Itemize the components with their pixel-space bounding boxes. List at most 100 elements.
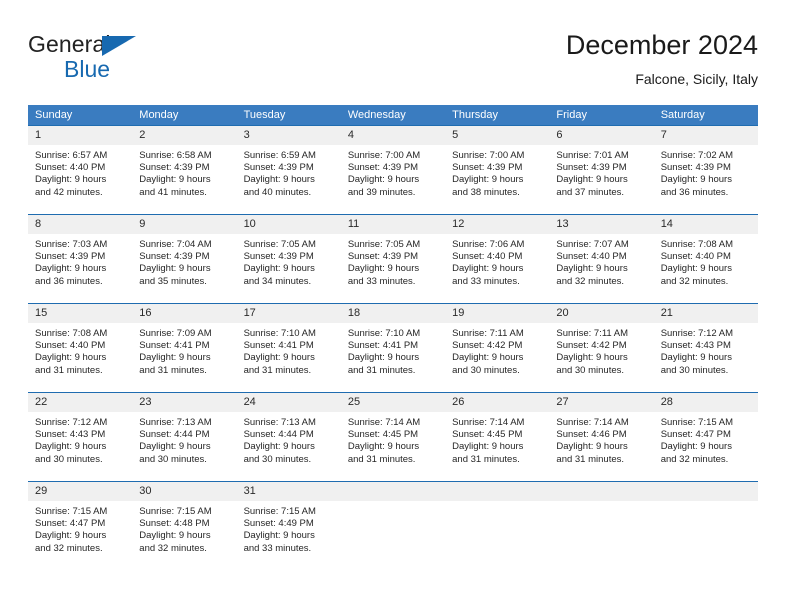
daylight-text-line1: Daylight: 9 hours	[452, 441, 524, 453]
day-details: Sunrise: 6:58 AM Sunset: 4:39 PM Daylight:…	[132, 145, 236, 199]
day-cell[interactable]: 30 Sunrise: 7:15 AM Sunset: 4:48 PM Dayligh…	[132, 482, 237, 570]
day-cell[interactable]: 9 Sunrise: 7:04 AM Sunset: 4:39 PM Daylight…	[132, 215, 237, 303]
sunrise-text: Sunrise: 7:12 AM	[35, 417, 108, 428]
daylight-text-line1: Daylight: 9 hours	[243, 174, 315, 186]
daylight-text-line1: Daylight: 9 hours	[556, 263, 628, 275]
day-cell[interactable]: 5 Sunrise: 7:00 AM Sunset: 4:39 PM Daylight…	[445, 126, 550, 214]
day-details: Sunrise: 7:02 AM Sunset: 4:39 PM Daylight:…	[654, 145, 758, 199]
weekday-header-friday: Friday	[556, 109, 587, 121]
daylight-text-line2: and 33 minutes.	[347, 275, 416, 287]
day-cell[interactable]: 2 Sunrise: 6:58 AM Sunset: 4:39 PM Daylight…	[132, 126, 237, 214]
sunrise-text: Sunrise: 7:01 AM	[556, 150, 629, 161]
day-number: 29	[28, 482, 133, 501]
day-details: Sunrise: 6:59 AM Sunset: 4:39 PM Daylight:…	[237, 145, 341, 199]
day-cell[interactable]: 8 Sunrise: 7:03 AM Sunset: 4:39 PM Daylight…	[28, 215, 133, 303]
day-number: 22	[28, 393, 133, 412]
daylight-text-line2: and 30 minutes.	[35, 453, 103, 465]
day-cell[interactable]: 22 Sunrise: 7:12 AM Sunset: 4:43 PM Dayligh…	[28, 393, 133, 481]
sunrise-text: Sunrise: 7:05 AM	[243, 239, 316, 250]
day-cell[interactable]: 1 Sunrise: 6:57 AM Sunset: 4:40 PM Daylight…	[28, 126, 133, 214]
daylight-text-line1: Daylight: 9 hours	[139, 441, 211, 453]
sunrise-text: Sunrise: 7:11 AM	[556, 328, 629, 339]
day-details: Sunrise: 7:05 AM Sunset: 4:39 PM Daylight:…	[341, 234, 445, 288]
sunrise-text: Sunrise: 6:59 AM	[243, 150, 316, 161]
day-details: Sunrise: 7:15 AM Sunset: 4:48 PM Daylight:…	[132, 501, 236, 555]
location-subtitle: Falcone, Sicily, Italy	[635, 71, 758, 87]
day-cell[interactable]: 6 Sunrise: 7:01 AM Sunset: 4:39 PM Daylight…	[549, 126, 654, 214]
daylight-text-line1: Daylight: 9 hours	[243, 263, 315, 275]
day-cell[interactable]: 21 Sunrise: 7:12 AM Sunset: 4:43 PM Dayligh…	[653, 304, 758, 392]
sunset-text: Sunset: 4:39 PM	[243, 162, 314, 174]
daylight-text-line2: and 33 minutes.	[243, 542, 312, 554]
daylight-text-line1: Daylight: 9 hours	[660, 441, 732, 453]
day-cell[interactable]: 14 Sunrise: 7:08 AM Sunset: 4:40 PM Dayligh…	[653, 215, 758, 303]
day-cell[interactable]: 25 Sunrise: 7:14 AM Sunset: 4:45 PM Dayligh…	[340, 393, 446, 481]
day-cell[interactable]: 20 Sunrise: 7:11 AM Sunset: 4:42 PM Dayligh…	[549, 304, 654, 392]
daylight-text-line1: Daylight: 9 hours	[556, 174, 628, 186]
day-cell[interactable]: 7 Sunrise: 7:02 AM Sunset: 4:39 PM Daylight…	[653, 126, 758, 214]
day-number: 24	[236, 393, 341, 412]
day-cell[interactable]: 15 Sunrise: 7:08 AM Sunset: 4:40 PM Dayligh…	[28, 304, 133, 392]
day-cell[interactable]: 23 Sunrise: 7:13 AM Sunset: 4:44 PM Dayligh…	[132, 393, 237, 481]
weekday-header-saturday: Saturday	[660, 109, 705, 121]
day-number: 11	[340, 215, 446, 234]
daylight-text-line1: Daylight: 9 hours	[556, 352, 628, 364]
sunset-text: Sunset: 4:43 PM	[35, 429, 106, 441]
day-number: 21	[653, 304, 758, 323]
daylight-text-line1: Daylight: 9 hours	[35, 530, 107, 542]
sunset-text: Sunset: 4:42 PM	[452, 340, 523, 352]
day-number: 30	[132, 482, 237, 501]
day-number: 1	[28, 126, 133, 145]
day-details: Sunrise: 7:07 AM Sunset: 4:40 PM Daylight:…	[549, 234, 653, 288]
sunrise-text: Sunrise: 6:57 AM	[35, 150, 108, 161]
day-cell[interactable]: 16 Sunrise: 7:09 AM Sunset: 4:41 PM Dayligh…	[132, 304, 237, 392]
sunset-text: Sunset: 4:45 PM	[452, 429, 523, 441]
day-cell[interactable]: 26 Sunrise: 7:14 AM Sunset: 4:45 PM Dayligh…	[445, 393, 550, 481]
day-cell[interactable]: 3 Sunrise: 6:59 AM Sunset: 4:39 PM Daylight…	[236, 126, 341, 214]
sunset-text: Sunset: 4:39 PM	[556, 162, 627, 174]
day-details: Sunrise: 7:14 AM Sunset: 4:45 PM Daylight:…	[445, 412, 549, 466]
sunrise-text: Sunrise: 7:06 AM	[452, 239, 525, 250]
day-cell[interactable]: 11 Sunrise: 7:05 AM Sunset: 4:39 PM Dayligh…	[340, 215, 446, 303]
daylight-text-line2: and 31 minutes.	[139, 364, 207, 376]
sunrise-text: Sunrise: 7:00 AM	[347, 150, 421, 161]
daylight-text-line1: Daylight: 9 hours	[35, 441, 107, 453]
day-number	[653, 482, 758, 501]
day-cell[interactable]: 4 Sunrise: 7:00 AM Sunset: 4:39 PM Daylight…	[340, 126, 446, 214]
day-number: 25	[340, 393, 446, 412]
day-cell[interactable]: 12 Sunrise: 7:06 AM Sunset: 4:40 PM Dayligh…	[445, 215, 550, 303]
sunset-text: Sunset: 4:39 PM	[139, 251, 210, 263]
day-details: Sunrise: 7:05 AM Sunset: 4:39 PM Daylight:…	[237, 234, 341, 288]
day-cell[interactable]: 24 Sunrise: 7:13 AM Sunset: 4:44 PM Dayligh…	[236, 393, 341, 481]
day-cell[interactable]: 28 Sunrise: 7:15 AM Sunset: 4:47 PM Dayligh…	[653, 393, 758, 481]
day-cell[interactable]: 18 Sunrise: 7:10 AM Sunset: 4:41 PM Dayligh…	[340, 304, 446, 392]
sunrise-text: Sunrise: 7:08 AM	[660, 239, 734, 250]
daylight-text-line1: Daylight: 9 hours	[35, 352, 107, 364]
title-block: December 2024 Falcone, Sicily, Italy	[566, 28, 758, 89]
daylight-text-line2: and 30 minutes.	[556, 364, 625, 376]
day-number: 5	[445, 126, 550, 145]
daylight-text-line1: Daylight: 9 hours	[243, 530, 315, 542]
day-cell[interactable]: 27 Sunrise: 7:14 AM Sunset: 4:46 PM Dayligh…	[549, 393, 654, 481]
day-details: Sunrise: 7:13 AM Sunset: 4:44 PM Daylight:…	[132, 412, 236, 466]
day-cell[interactable]: 31 Sunrise: 7:15 AM Sunset: 4:49 PM Dayligh…	[236, 482, 341, 570]
sunset-text: Sunset: 4:44 PM	[243, 429, 314, 441]
sunrise-text: Sunrise: 7:03 AM	[35, 239, 108, 250]
day-cell[interactable]: 17 Sunrise: 7:10 AM Sunset: 4:41 PM Dayligh…	[236, 304, 341, 392]
day-cell[interactable]: 19 Sunrise: 7:11 AM Sunset: 4:42 PM Dayligh…	[445, 304, 550, 392]
day-cell-empty	[340, 482, 446, 570]
daylight-text-line1: Daylight: 9 hours	[347, 352, 420, 364]
sunset-text: Sunset: 4:39 PM	[660, 162, 731, 174]
day-cell[interactable]: 29 Sunrise: 7:15 AM Sunset: 4:47 PM Dayligh…	[28, 482, 133, 570]
daylight-text-line2: and 39 minutes.	[347, 186, 416, 198]
sunset-text: Sunset: 4:40 PM	[35, 340, 106, 352]
day-details: Sunrise: 7:06 AM Sunset: 4:40 PM Daylight:…	[445, 234, 549, 288]
day-cell[interactable]: 13 Sunrise: 7:07 AM Sunset: 4:40 PM Dayligh…	[549, 215, 654, 303]
day-number: 3	[236, 126, 341, 145]
daylight-text-line1: Daylight: 9 hours	[139, 530, 211, 542]
brand-logo[interactable]: General Blue	[28, 32, 268, 94]
day-cell[interactable]: 10 Sunrise: 7:05 AM Sunset: 4:39 PM Dayligh…	[236, 215, 341, 303]
day-number: 26	[445, 393, 550, 412]
daylight-text-line1: Daylight: 9 hours	[347, 441, 420, 453]
sunset-text: Sunset: 4:46 PM	[556, 429, 627, 441]
